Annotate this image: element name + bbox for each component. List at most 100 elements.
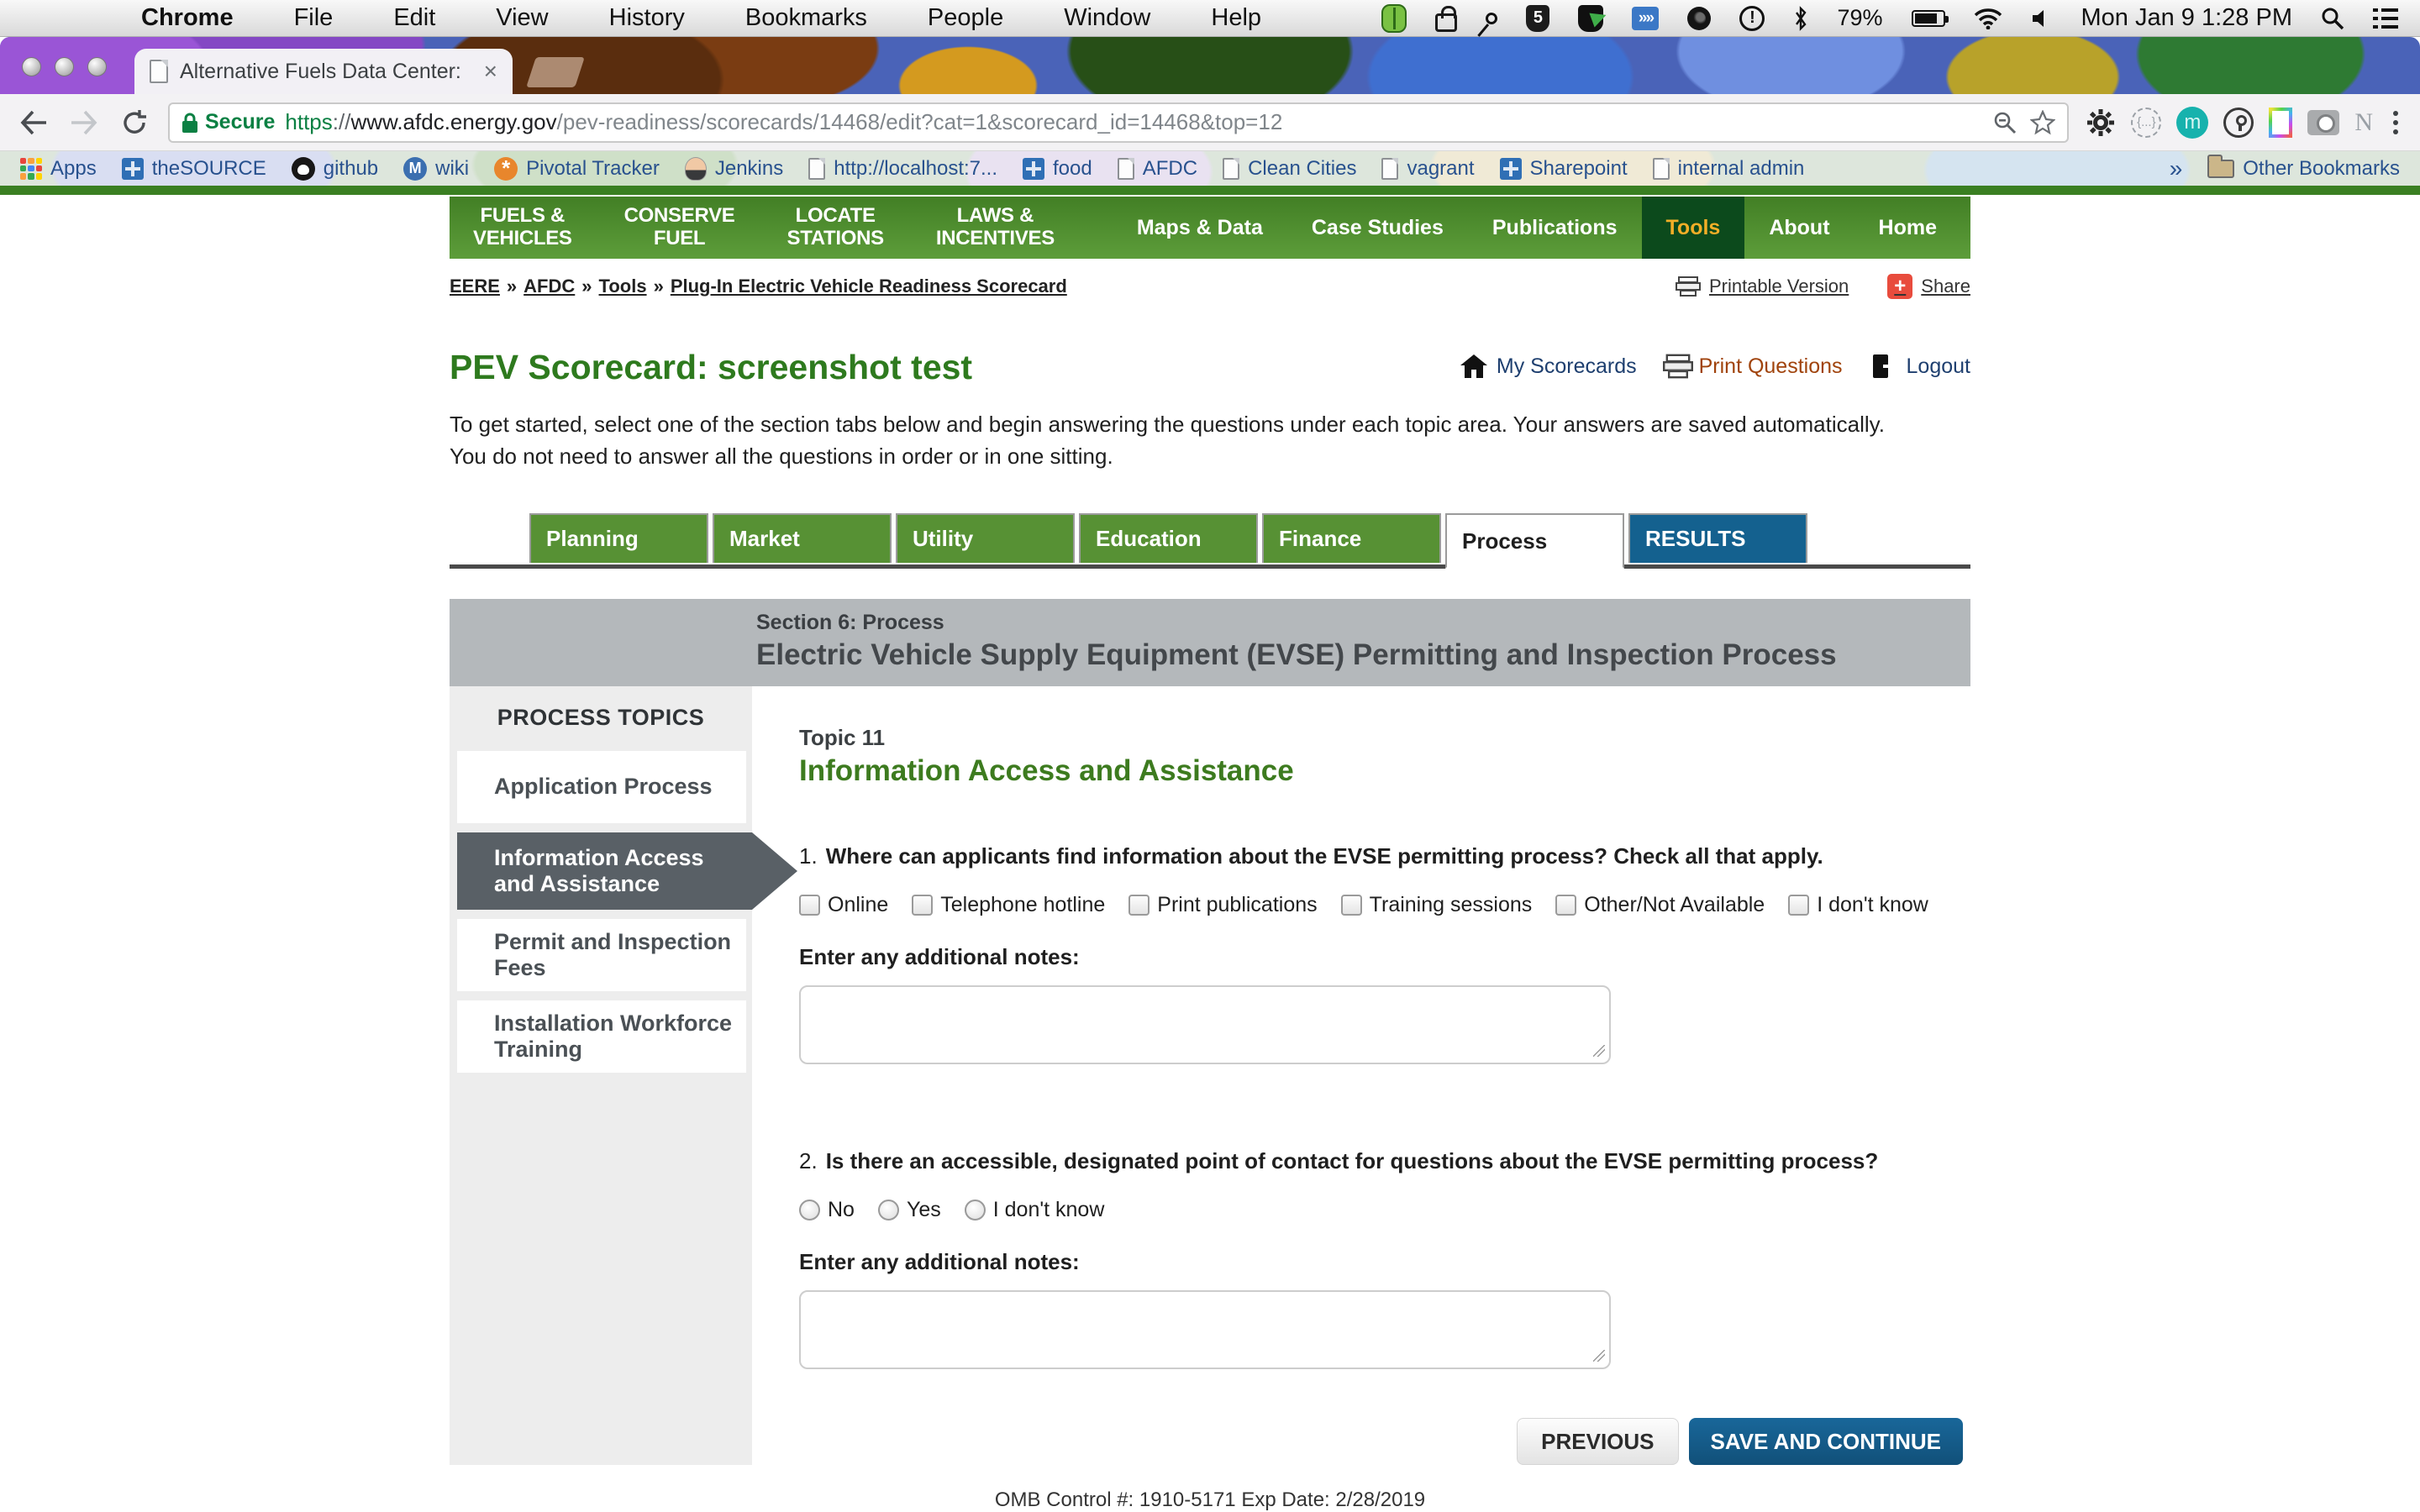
option-training-sessions[interactable]: Training sessions	[1341, 893, 1533, 917]
menu-help[interactable]: Help	[1211, 4, 1261, 32]
nav-publications[interactable]: Publications	[1468, 197, 1642, 259]
nav-case-studies[interactable]: Case Studies	[1287, 197, 1468, 259]
bookmark-star-icon[interactable]	[2030, 110, 2055, 135]
chevrons-badge-status-icon[interactable]: »»	[1632, 7, 1659, 30]
bookmark-vagrant[interactable]: vagrant	[1381, 157, 1474, 181]
bluetooth-icon[interactable]	[1793, 3, 1808, 34]
nav-about[interactable]: About	[1744, 197, 1854, 259]
option-yes[interactable]: Yes	[878, 1198, 941, 1222]
bookmark-thesource[interactable]: theSOURCE	[122, 157, 266, 181]
printable-version-link[interactable]: Printable Version	[1676, 276, 1849, 297]
bookmark-food[interactable]: food	[1023, 157, 1092, 181]
option-i-dont-know[interactable]: I don't know	[1788, 893, 1928, 917]
bookmark-github[interactable]: github	[292, 157, 378, 181]
bookmark-jenkins[interactable]: Jenkins	[685, 157, 783, 181]
nav-conserve-fuel[interactable]: CONSERVE FUEL	[624, 205, 735, 250]
radio-button[interactable]	[878, 1200, 899, 1221]
colorful-doc-extension-icon[interactable]	[2269, 108, 2292, 138]
checkbox[interactable]	[912, 895, 933, 916]
tab-process[interactable]: Process	[1445, 513, 1624, 569]
nav-locate-stations[interactable]: LOCATE STATIONS	[787, 205, 884, 250]
my-scorecards-link[interactable]: My Scorecards	[1460, 354, 1637, 379]
breadcrumb-tools[interactable]: Tools	[599, 276, 647, 297]
zoom-out-icon[interactable]	[1993, 111, 2017, 134]
nav-fuels-vehicles[interactable]: FUELS & VEHICLES	[473, 205, 572, 250]
menu-file[interactable]: File	[294, 4, 334, 32]
nav-tools[interactable]: Tools	[1642, 197, 1745, 259]
checkbox[interactable]	[1128, 895, 1150, 916]
camera-extension-icon[interactable]	[2307, 110, 2339, 135]
notes-textarea-1[interactable]	[799, 985, 1611, 1064]
breadcrumb-afdc[interactable]: AFDC	[523, 276, 575, 297]
green-app-status-icon[interactable]	[1381, 4, 1407, 33]
browser-tab[interactable]: Alternative Fuels Data Center: ×	[134, 49, 513, 94]
option-telephone-hotline[interactable]: Telephone hotline	[912, 893, 1105, 917]
sidebar-item-application-process[interactable]: Application Process	[457, 751, 746, 823]
tab-utility[interactable]: Utility	[896, 513, 1075, 563]
wifi-icon[interactable]	[1974, 3, 2002, 34]
bookmark-pivotal-tracker[interactable]: * Pivotal Tracker	[494, 157, 660, 181]
alert-clock-status-icon[interactable]: !	[1739, 6, 1765, 31]
secure-badge[interactable]: Secure	[182, 110, 275, 134]
menu-window[interactable]: Window	[1064, 4, 1150, 32]
bookmarks-overflow-chevron[interactable]: »	[2170, 155, 2183, 182]
bookmark-apps[interactable]: Apps	[20, 157, 97, 181]
gear-extension-icon[interactable]	[2086, 108, 2116, 138]
sidebar-item-permit-fees[interactable]: Permit and Inspection Fees	[457, 919, 746, 991]
checkbox[interactable]	[1555, 895, 1576, 916]
sidebar-item-installation-training[interactable]: Installation Workforce Training	[457, 1000, 746, 1073]
previous-button[interactable]: PREVIOUS	[1517, 1418, 1678, 1465]
menu-app-name[interactable]: Chrome	[141, 4, 234, 32]
option-online[interactable]: Online	[799, 893, 888, 917]
other-bookmarks[interactable]: Other Bookmarks	[2207, 157, 2400, 181]
nav-home[interactable]: Home	[1854, 197, 1970, 259]
forward-icon[interactable]	[67, 106, 101, 139]
volume-icon[interactable]	[2031, 3, 2053, 34]
bookmark-afdc[interactable]: AFDC	[1118, 157, 1197, 181]
shield-5-status-icon[interactable]: 5	[1526, 5, 1549, 32]
refresh-icon[interactable]	[118, 106, 151, 139]
breadcrumb-scorecard[interactable]: Plug-In Electric Vehicle Readiness Score…	[671, 276, 1067, 297]
password-extension-icon[interactable]	[2223, 108, 2254, 138]
checkbox[interactable]	[1788, 895, 1809, 916]
notification-center-icon[interactable]	[2373, 3, 2398, 34]
minimize-window-button[interactable]	[55, 57, 74, 76]
option-other-not-available[interactable]: Other/Not Available	[1555, 893, 1765, 917]
address-bar[interactable]: Secure https://www.afdc.energy.gov/pev-r…	[168, 102, 2069, 143]
checkbox[interactable]	[1341, 895, 1362, 916]
menu-bookmarks[interactable]: Bookmarks	[745, 4, 867, 32]
key-status-icon[interactable]	[1484, 10, 1501, 27]
sidebar-item-information-access[interactable]: Information Access and Assistance	[457, 832, 752, 910]
m-extension-icon[interactable]: m	[2176, 107, 2208, 139]
radio-button[interactable]	[965, 1200, 986, 1221]
url-text[interactable]: https://www.afdc.energy.gov/pev-readines…	[285, 109, 1983, 135]
back-icon[interactable]	[17, 106, 50, 139]
nav-laws-incentives[interactable]: LAWS & INCENTIVES	[936, 205, 1055, 250]
vpn-shield-status-icon[interactable]	[1578, 5, 1603, 32]
zoom-window-button[interactable]	[87, 57, 107, 76]
checkbox[interactable]	[799, 895, 820, 916]
save-and-continue-button[interactable]: SAVE AND CONTINUE	[1689, 1418, 1963, 1465]
bookmark-sharepoint[interactable]: Sharepoint	[1500, 157, 1628, 181]
tab-education[interactable]: Education	[1079, 513, 1258, 563]
option-print-publications[interactable]: Print publications	[1128, 893, 1317, 917]
print-questions-link[interactable]: Print Questions	[1665, 354, 1843, 379]
radio-button[interactable]	[799, 1200, 820, 1221]
tab-close-icon[interactable]: ×	[484, 60, 497, 83]
lock-status-icon[interactable]	[1435, 13, 1457, 32]
bookmark-wiki[interactable]: M wiki	[403, 157, 469, 181]
option-no[interactable]: No	[799, 1198, 855, 1222]
tab-market[interactable]: Market	[713, 513, 892, 563]
menu-edit[interactable]: Edit	[393, 4, 435, 32]
nav-maps-data[interactable]: Maps & Data	[1113, 197, 1287, 259]
tab-finance[interactable]: Finance	[1262, 513, 1441, 563]
new-tab-button[interactable]	[526, 57, 585, 87]
tab-results[interactable]: RESULTS	[1628, 513, 1807, 563]
bookmark-internal-admin[interactable]: internal admin	[1653, 157, 1805, 181]
notes-textarea-2[interactable]	[799, 1290, 1611, 1369]
option-i-dont-know[interactable]: I don't know	[965, 1198, 1105, 1222]
close-window-button[interactable]	[22, 57, 41, 76]
coffee-cup-status-icon[interactable]	[1687, 7, 1711, 30]
menu-clock[interactable]: Mon Jan 9 1:28 PM	[2081, 4, 2292, 32]
tab-planning[interactable]: Planning	[529, 513, 708, 563]
